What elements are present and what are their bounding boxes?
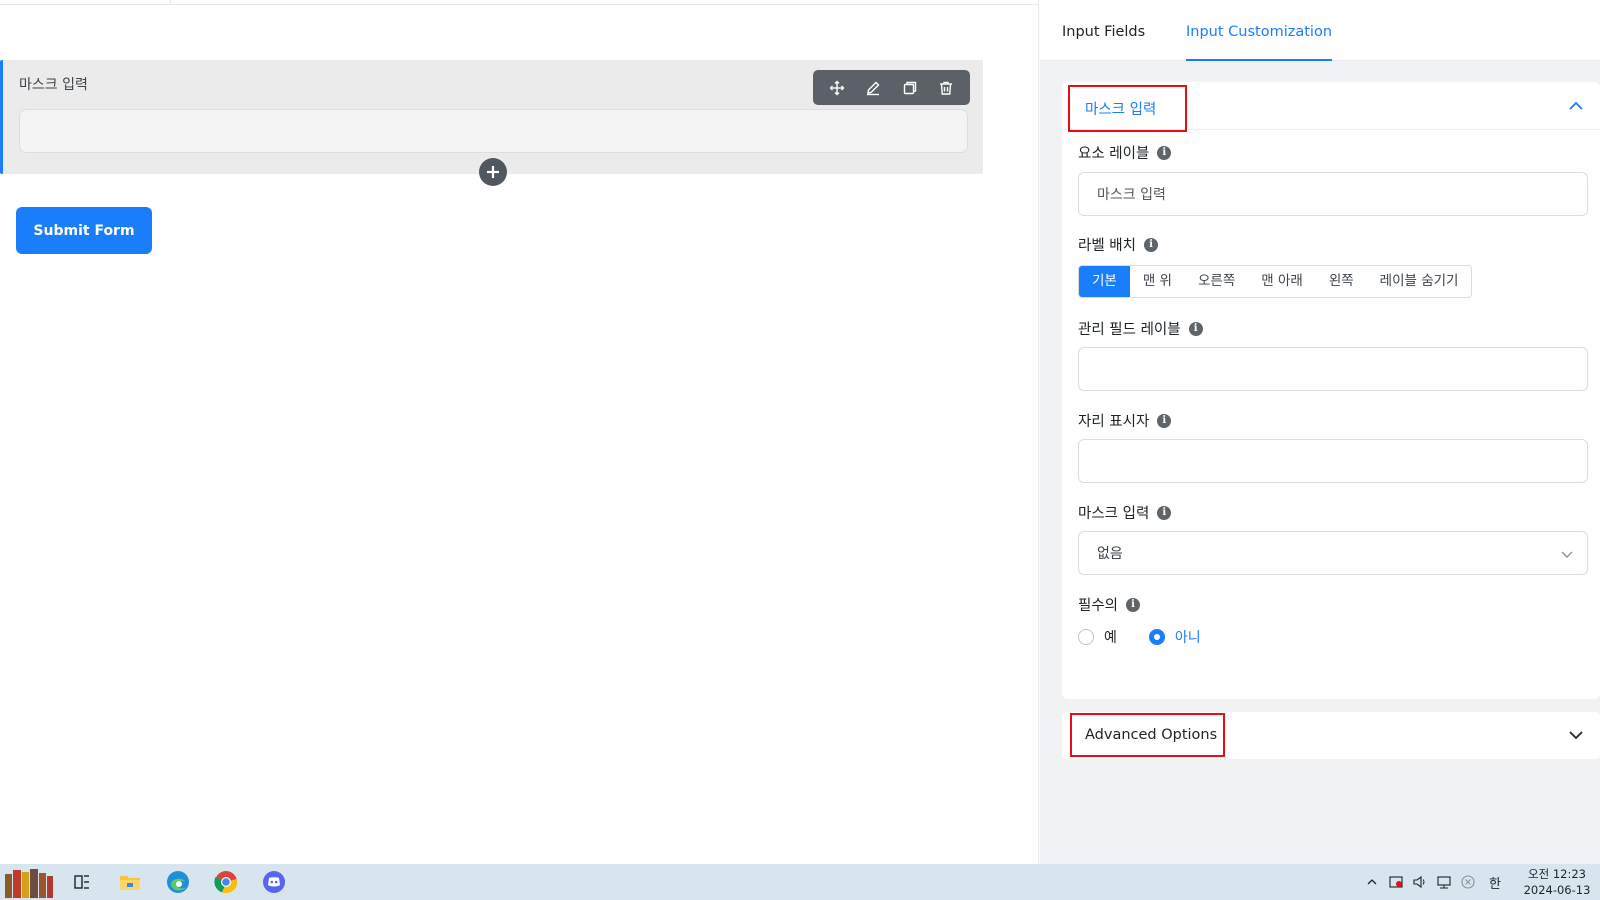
- discord-icon[interactable]: [250, 864, 298, 900]
- windows-taskbar: 한 오전 12:23 2024-06-13: [0, 864, 1600, 900]
- admin-label-input[interactable]: [1078, 347, 1588, 391]
- clock-date: 2024-06-13: [1523, 883, 1591, 897]
- mask-input-field-block[interactable]: 마스크 입력: [0, 60, 983, 174]
- label-placement-text: 라벨 배치: [1078, 238, 1136, 254]
- system-tray: 한 오전 12:23 2024-06-13: [1360, 864, 1600, 900]
- chevron-down-icon[interactable]: [1566, 725, 1586, 745]
- top-divider: [0, 0, 1039, 5]
- required-option-no[interactable]: 아니: [1148, 627, 1201, 647]
- required-option-yes[interactable]: 예: [1078, 627, 1117, 647]
- volume-icon[interactable]: [1408, 864, 1432, 900]
- section-title: 마스크 입력: [1068, 85, 1187, 132]
- file-explorer-icon[interactable]: [106, 864, 154, 900]
- placeholder-input[interactable]: [1078, 439, 1588, 483]
- network-icon[interactable]: [1432, 864, 1456, 900]
- ime-indicator[interactable]: 한: [1480, 864, 1510, 900]
- move-icon[interactable]: [823, 74, 851, 102]
- advanced-options-title: Advanced Options: [1070, 713, 1225, 757]
- status-x-icon[interactable]: [1456, 864, 1480, 900]
- element-label-input[interactable]: 마스크 입력: [1078, 172, 1588, 216]
- section-header[interactable]: 마스크 입력: [1062, 82, 1600, 132]
- chevron-up-icon[interactable]: [1360, 864, 1384, 900]
- mask-input-selected: 없음: [1097, 546, 1123, 562]
- placement-option-left[interactable]: 왼쪽: [1316, 266, 1367, 297]
- required-heading: 필수의 i: [1078, 594, 1141, 615]
- info-icon[interactable]: i: [1126, 597, 1141, 612]
- info-icon[interactable]: i: [1157, 413, 1172, 428]
- required-radio-group: 예 아니: [1078, 627, 1233, 647]
- mask-input-select[interactable]: 없음: [1078, 531, 1588, 575]
- mask-input-preview[interactable]: [19, 109, 968, 153]
- chevron-up-icon[interactable]: [1566, 96, 1586, 116]
- add-field-icon[interactable]: [479, 158, 507, 186]
- radio-yes-label: 예: [1104, 630, 1117, 646]
- placement-option-top[interactable]: 맨 위: [1130, 266, 1185, 297]
- advanced-options-card[interactable]: Advanced Options: [1062, 712, 1600, 759]
- required-text: 필수의: [1078, 598, 1119, 614]
- label-placement-options: 기본 맨 위 오른쪽 맨 아래 왼쪽 레이블 숨기기: [1078, 265, 1473, 298]
- placement-option-right[interactable]: 오른쪽: [1185, 266, 1248, 297]
- info-icon[interactable]: i: [1143, 237, 1158, 252]
- customization-card: 마스크 입력 요소 레이블 i 마스크 입력 라벨 배치 i 기본 맨 위 오른…: [1062, 82, 1600, 699]
- chevron-down-icon: [1561, 551, 1573, 558]
- info-icon[interactable]: i: [1157, 145, 1172, 160]
- edit-icon[interactable]: [859, 74, 887, 102]
- placeholder-heading: 자리 표시자 i: [1078, 410, 1172, 431]
- info-icon[interactable]: i: [1188, 321, 1203, 336]
- tab-input-customization[interactable]: Input Customization: [1186, 0, 1333, 61]
- clock-time: 오전 12:23: [1528, 867, 1586, 881]
- mask-input-heading: 마스크 입력 i: [1078, 502, 1172, 523]
- placeholder-text: 자리 표시자: [1078, 414, 1150, 430]
- taskbar-clock[interactable]: 오전 12:23 2024-06-13: [1514, 866, 1600, 898]
- security-tray-icon[interactable]: [1384, 864, 1408, 900]
- delete-icon[interactable]: [932, 74, 960, 102]
- field-label: 마스크 입력: [19, 77, 88, 93]
- chrome-browser-icon[interactable]: [202, 864, 250, 900]
- mask-input-text: 마스크 입력: [1078, 506, 1150, 522]
- info-icon[interactable]: i: [1157, 505, 1172, 520]
- admin-label-heading: 관리 필드 레이블 i: [1078, 318, 1203, 339]
- books-app-icon[interactable]: [0, 864, 58, 900]
- tab-input-fields[interactable]: Input Fields: [1062, 0, 1145, 61]
- duplicate-icon[interactable]: [896, 74, 924, 102]
- label-placement-heading: 라벨 배치 i: [1078, 234, 1158, 255]
- radio-no[interactable]: [1148, 629, 1165, 645]
- submit-form-button[interactable]: Submit Form: [16, 207, 152, 254]
- element-label-heading: 요소 레이블 i: [1078, 142, 1172, 163]
- placement-option-bottom[interactable]: 맨 아래: [1248, 266, 1316, 297]
- edge-browser-icon[interactable]: [154, 864, 202, 900]
- field-toolbar: [813, 70, 970, 105]
- radio-yes[interactable]: [1078, 629, 1094, 645]
- form-editor-canvas: 마스크 입력 Submit Form: [0, 0, 1039, 864]
- task-view-icon[interactable]: [58, 864, 106, 900]
- panel-tabs: Input Fields Input Customization: [1040, 0, 1600, 61]
- placement-option-default[interactable]: 기본: [1079, 266, 1130, 297]
- radio-no-label: 아니: [1174, 630, 1201, 646]
- settings-panel: Input Fields Input Customization 마스크 입력 …: [1040, 0, 1600, 864]
- element-label-text: 요소 레이블: [1078, 146, 1150, 162]
- admin-label-text: 관리 필드 레이블: [1078, 322, 1181, 338]
- placement-option-hide[interactable]: 레이블 숨기기: [1367, 266, 1472, 297]
